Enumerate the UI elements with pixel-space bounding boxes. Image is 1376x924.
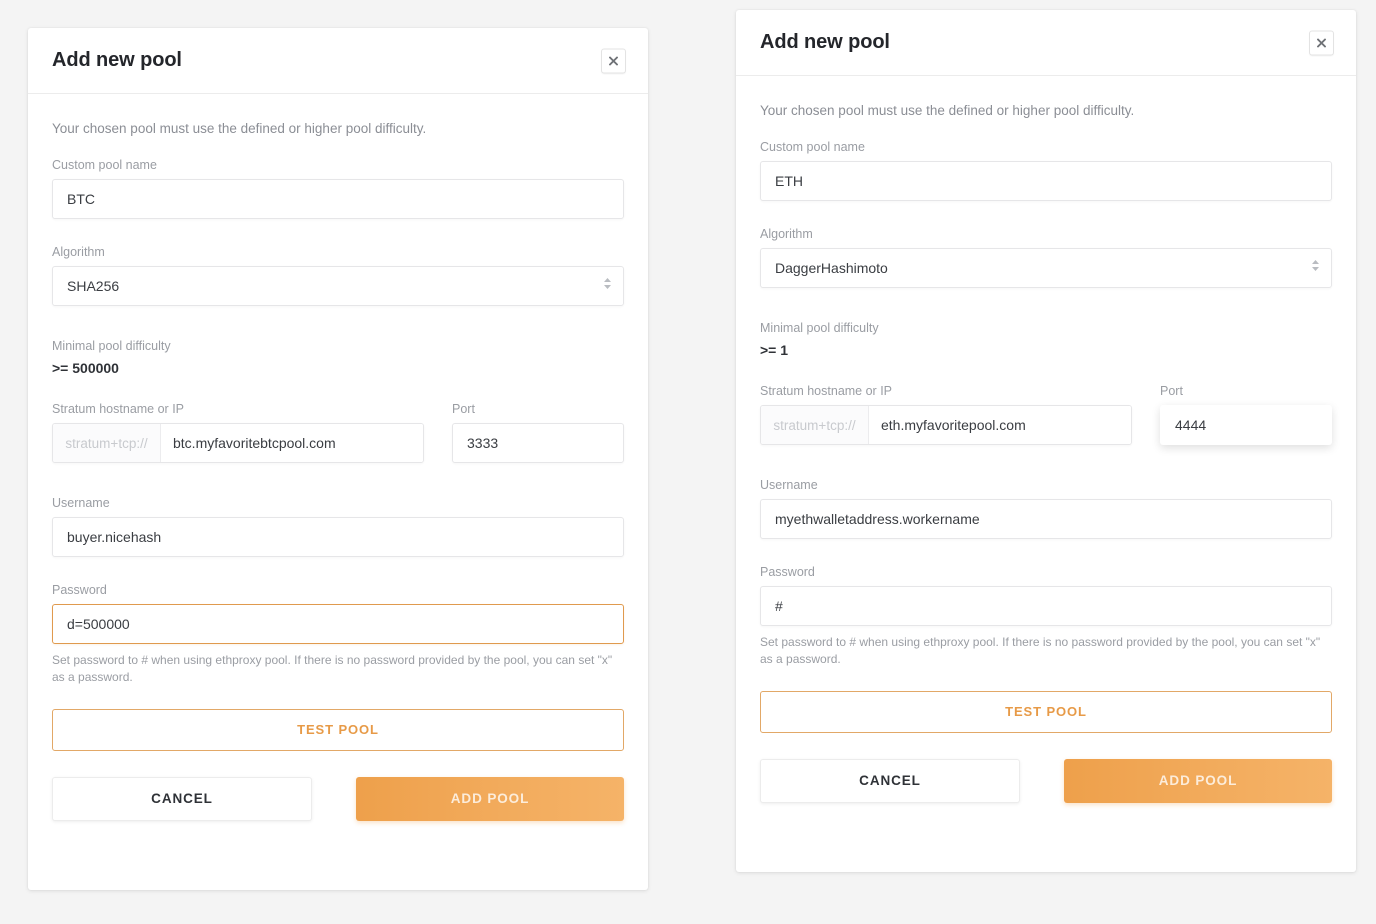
stratum-prefix: stratum+tcp://: [53, 424, 161, 462]
port-input[interactable]: [452, 423, 624, 463]
username-input[interactable]: [760, 499, 1332, 539]
algorithm-select-wrapper: SHA256: [52, 266, 624, 306]
dialog-body: Your chosen pool must use the defined or…: [736, 76, 1356, 803]
close-icon: [609, 56, 618, 65]
algorithm-selected-value: DaggerHashimoto: [775, 260, 888, 276]
password-hint: Set password to # when using ethproxy po…: [760, 635, 1321, 667]
add-pool-button[interactable]: ADD POOL: [356, 776, 624, 821]
dialog-actions: CANCEL ADD POOL: [760, 758, 1332, 803]
algorithm-label: Algorithm: [52, 245, 105, 259]
port-label: Port: [1160, 384, 1183, 398]
stratum-host-input[interactable]: [869, 406, 1131, 444]
intro-text: Your chosen pool must use the defined or…: [52, 121, 427, 136]
dialog-header: Add new pool: [28, 28, 648, 94]
difficulty-value: >= 500000: [52, 360, 119, 376]
port-field-group: Port: [452, 402, 624, 463]
stratum-input-group: stratum+tcp://: [52, 423, 424, 463]
difficulty-label: Minimal pool difficulty: [760, 321, 879, 335]
username-input[interactable]: [52, 517, 624, 557]
cancel-button[interactable]: CANCEL: [52, 776, 312, 821]
password-label: Password: [52, 583, 107, 597]
difficulty-label: Minimal pool difficulty: [52, 339, 171, 353]
stratum-label: Stratum hostname or IP: [760, 384, 893, 398]
close-icon: [1317, 38, 1326, 47]
pool-name-input[interactable]: [52, 179, 624, 219]
close-button[interactable]: [1309, 30, 1334, 55]
username-label: Username: [760, 478, 818, 492]
test-pool-button[interactable]: TEST POOL: [52, 708, 624, 751]
pool-name-label: Custom pool name: [52, 158, 157, 172]
algorithm-select[interactable]: SHA256: [52, 266, 624, 306]
add-pool-dialog-btc: Add new pool Your chosen pool must use t…: [28, 28, 648, 890]
stratum-host-input[interactable]: [161, 424, 423, 462]
dialog-actions: CANCEL ADD POOL: [52, 776, 624, 821]
pool-name-input[interactable]: [760, 161, 1332, 201]
stratum-port-row: Stratum hostname or IP stratum+tcp:// Po…: [52, 402, 624, 463]
username-label: Username: [52, 496, 110, 510]
dialog-header: Add new pool: [736, 10, 1356, 76]
test-pool-button[interactable]: TEST POOL: [760, 690, 1332, 733]
stratum-field-group: Stratum hostname or IP stratum+tcp://: [760, 384, 1132, 445]
screen: Add new pool Your chosen pool must use t…: [0, 0, 1376, 924]
algorithm-selected-value: SHA256: [67, 278, 120, 294]
algorithm-select[interactable]: DaggerHashimoto: [760, 248, 1332, 288]
intro-text: Your chosen pool must use the defined or…: [760, 103, 1135, 118]
password-label: Password: [760, 565, 815, 579]
port-field-group: Port: [1160, 384, 1332, 445]
port-input[interactable]: [1160, 405, 1332, 445]
stratum-prefix: stratum+tcp://: [761, 406, 869, 444]
add-pool-dialog-eth: Add new pool Your chosen pool must use t…: [736, 10, 1356, 872]
close-button[interactable]: [601, 48, 626, 73]
password-hint: Set password to # when using ethproxy po…: [52, 653, 613, 685]
add-pool-button[interactable]: ADD POOL: [1064, 758, 1332, 803]
algorithm-select-wrapper: DaggerHashimoto: [760, 248, 1332, 288]
stratum-field-group: Stratum hostname or IP stratum+tcp://: [52, 402, 424, 463]
password-input[interactable]: [760, 586, 1332, 626]
password-input[interactable]: [52, 604, 624, 644]
algorithm-label: Algorithm: [760, 227, 813, 241]
cancel-button[interactable]: CANCEL: [760, 758, 1020, 803]
stratum-input-group: stratum+tcp://: [760, 405, 1132, 445]
stratum-port-row: Stratum hostname or IP stratum+tcp:// Po…: [760, 384, 1332, 445]
pool-name-label: Custom pool name: [760, 140, 865, 154]
page-title: Add new pool: [52, 49, 182, 71]
page-title: Add new pool: [760, 31, 890, 53]
difficulty-value: >= 1: [760, 342, 789, 358]
port-label: Port: [452, 402, 475, 416]
stratum-label: Stratum hostname or IP: [52, 402, 185, 416]
dialog-body: Your chosen pool must use the defined or…: [28, 94, 648, 821]
